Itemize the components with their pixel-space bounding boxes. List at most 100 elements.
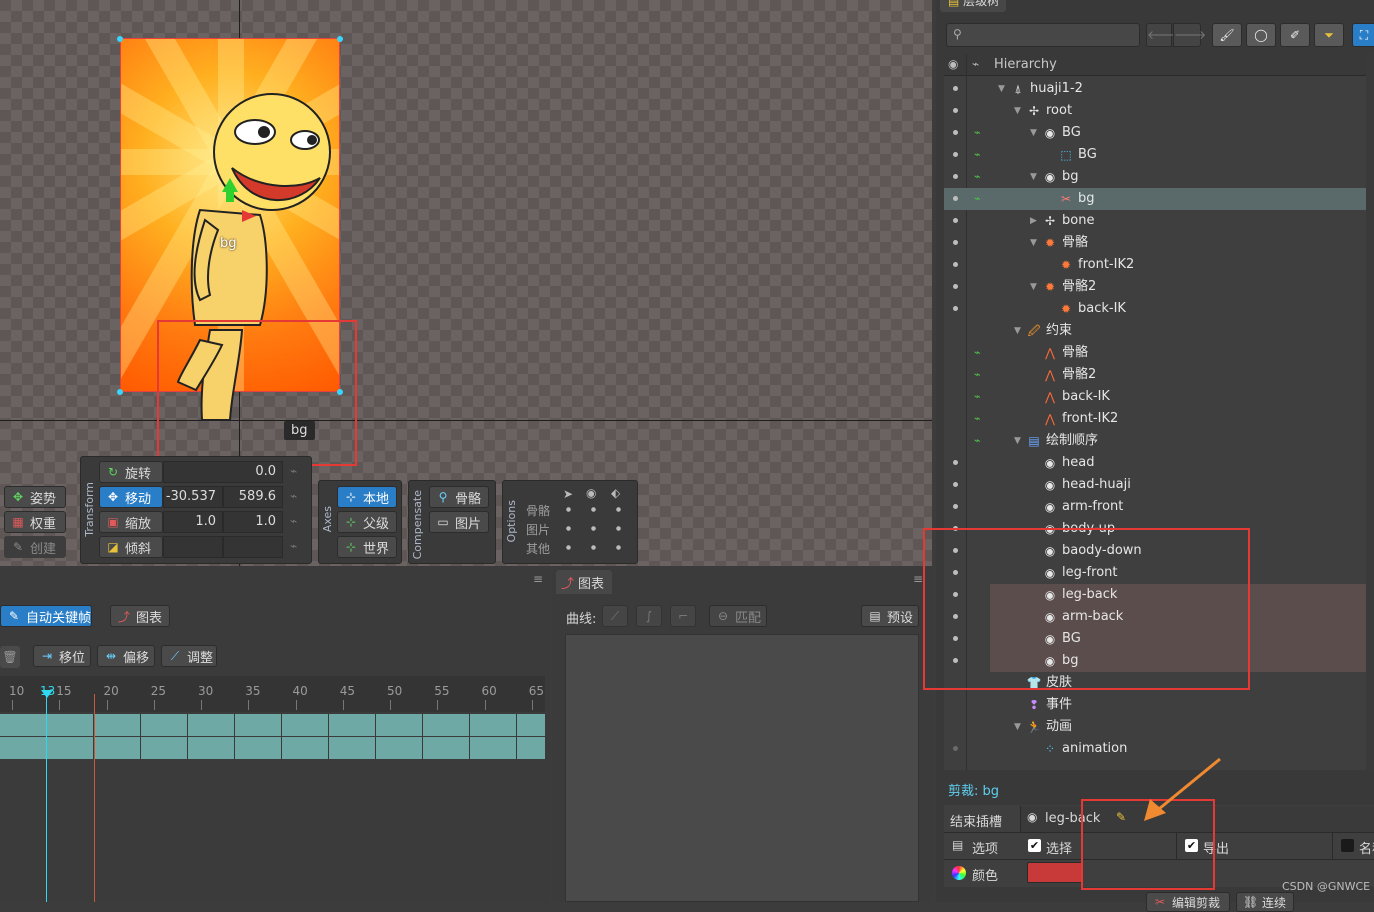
hierarchy-row[interactable]: ✹ front-IK2 xyxy=(944,254,1374,276)
collapse-chevron-icon[interactable]: ▼ xyxy=(1014,430,1021,452)
collapse-chevron-icon[interactable]: ▼ xyxy=(998,78,1005,100)
link-button[interactable]: ⛓ 连续 xyxy=(1236,892,1294,912)
timeline-ruler[interactable] xyxy=(0,676,545,712)
bone-link-icon[interactable]: ⌁ xyxy=(974,144,981,166)
visibility-toggle[interactable] xyxy=(953,86,958,91)
bone-column-icon[interactable]: ⌁ xyxy=(972,57,979,71)
search-box[interactable]: ⚲ xyxy=(946,23,1140,47)
search-input[interactable] xyxy=(969,26,1135,44)
hierarchy-row[interactable]: ⌁ ⋀ front-IK2 xyxy=(944,408,1374,430)
compensate-bones-button[interactable]: ⚲ 骨骼 xyxy=(429,486,489,508)
link-icon-shear[interactable]: ⌁ xyxy=(290,539,297,553)
visibility-toggle[interactable] xyxy=(953,130,958,135)
visibility-column-icon[interactable]: ◉ xyxy=(948,57,958,71)
corner-handle-top-left[interactable] xyxy=(117,36,123,42)
name-checkbox[interactable] xyxy=(1341,839,1354,852)
scale-button[interactable]: ▣ 缩放 xyxy=(99,511,163,533)
focus-button[interactable]: ⛶ xyxy=(1352,23,1374,47)
nav-back-button[interactable]: 🡐 xyxy=(1146,23,1179,47)
corner-handle-bottom-left[interactable] xyxy=(117,389,123,395)
visibility-toggle[interactable] xyxy=(953,460,958,465)
create-button[interactable]: ✎ 创建 xyxy=(4,536,66,558)
bone-link-icon[interactable]: ⌁ xyxy=(974,386,981,408)
link-icon-rotate[interactable]: ⌁ xyxy=(290,464,297,478)
viewport-canvas[interactable]: bg bg ✥ 姿势 ▦ 权重 ✎ 创建 Transform ↻ 旋转 0.0 ✥ 移动 … xyxy=(0,0,932,566)
hierarchy-row[interactable]: ▼ ✹ 骨骼2 xyxy=(944,276,1374,298)
trash-icon[interactable]: 🗑 xyxy=(0,646,20,668)
compensate-images-button[interactable]: ▭ 图片 xyxy=(429,511,489,533)
graph-canvas[interactable] xyxy=(565,634,919,902)
filter-brush-button[interactable]: 🖌 xyxy=(1212,23,1242,47)
color-swatch[interactable] xyxy=(1027,862,1083,883)
translate-x-field[interactable]: -30.537 xyxy=(163,486,223,508)
shear-x-field[interactable] xyxy=(163,536,223,558)
hierarchy-row[interactable]: ⌁ ⋀ 骨骼 xyxy=(944,342,1374,364)
hierarchy-row[interactable]: ◉ head xyxy=(944,452,1374,474)
collapse-chevron-icon[interactable]: ▼ xyxy=(1014,716,1021,738)
hierarchy-row[interactable]: ✹ back-IK xyxy=(944,298,1374,320)
rotate-field[interactable]: 0.0 xyxy=(163,461,283,483)
visibility-toggle[interactable] xyxy=(953,152,958,157)
link-icon-translate[interactable]: ⌁ xyxy=(290,489,297,503)
translate-y-field[interactable]: 589.6 xyxy=(223,486,283,508)
shear-y-field[interactable] xyxy=(223,536,283,558)
hierarchy-row[interactable]: ❢ 事件 xyxy=(944,694,1374,716)
bone-link-icon[interactable]: ⌁ xyxy=(974,122,981,144)
bone-link-icon[interactable]: ⌁ xyxy=(974,430,981,452)
weights-button[interactable]: ▦ 权重 xyxy=(4,511,66,533)
visibility-toggle[interactable] xyxy=(953,108,958,113)
nav-forward-button[interactable]: 🡒 xyxy=(1173,23,1206,47)
filter-funnel-button[interactable]: ⏷ xyxy=(1314,23,1344,47)
autokey-button[interactable]: ✎ 自动关键帧 xyxy=(0,605,92,627)
options-toggle-grid[interactable] xyxy=(565,506,625,556)
preset-button[interactable]: ▤ 预设 xyxy=(861,605,919,627)
collapse-chevron-icon[interactable]: ▼ xyxy=(1030,232,1037,254)
match-button[interactable]: ⊖ 匹配 xyxy=(709,605,767,627)
rotate-button[interactable]: ↻ 旋转 xyxy=(99,461,163,483)
hierarchy-row[interactable]: ◉ arm-front xyxy=(944,496,1374,518)
visibility-toggle[interactable] xyxy=(953,746,958,751)
collapse-chevron-icon[interactable]: ▼ xyxy=(1030,276,1037,298)
timeline-menu-icon[interactable]: ≡ xyxy=(533,572,543,586)
graph-menu-icon[interactable]: ≡ xyxy=(913,572,923,586)
visibility-toggle[interactable] xyxy=(953,482,958,487)
hierarchy-row[interactable]: ▼ ⍋ huaji1-2 xyxy=(944,78,1374,100)
expand-chevron-icon[interactable]: ▶ xyxy=(1030,210,1037,232)
hierarchy-row[interactable]: ▼ ✹ 骨骼 xyxy=(944,232,1374,254)
edit-clip-button[interactable]: ✂ 编辑剪裁 xyxy=(1146,892,1230,912)
adjust-button[interactable]: ⟋ 调整 xyxy=(161,645,217,667)
bone-link-icon[interactable]: ⌁ xyxy=(974,166,981,188)
playhead-line[interactable] xyxy=(46,694,47,902)
world-axes-button[interactable]: ⊹ 世界 xyxy=(337,536,397,558)
hierarchy-scrollbar[interactable] xyxy=(1366,54,1374,770)
hierarchy-row[interactable]: ⌁ ⋀ back-IK xyxy=(944,386,1374,408)
bone-link-icon[interactable]: ⌁ xyxy=(974,408,981,430)
hierarchy-row[interactable]: ◉ head-huaji xyxy=(944,474,1374,496)
hierarchy-row[interactable]: ⌁ ✂ bg xyxy=(944,188,1374,210)
hierarchy-row[interactable]: ⌁ ▼ ▤ 绘制顺序 xyxy=(944,430,1374,452)
bone-link-icon[interactable]: ⌁ xyxy=(974,364,981,386)
graph-tab[interactable]: ⤴ 图表 xyxy=(556,570,612,594)
visibility-toggle[interactable] xyxy=(953,240,958,245)
shear-button[interactable]: ◪ 倾斜 xyxy=(99,536,163,558)
shift-button[interactable]: ⇹ 偏移 xyxy=(97,645,155,667)
bone-link-icon[interactable]: ⌁ xyxy=(974,342,981,364)
corner-handle-top-right[interactable] xyxy=(337,36,343,42)
visibility-toggle[interactable] xyxy=(953,218,958,223)
hierarchy-row[interactable]: ▼ 🖉 约束 xyxy=(944,320,1374,342)
collapse-chevron-icon[interactable]: ▼ xyxy=(1030,122,1037,144)
graph-button[interactable]: ⤴ 图表 xyxy=(110,605,170,627)
select-checkbox[interactable]: ✔ xyxy=(1028,839,1041,852)
curve-bezier-button[interactable]: ∫ xyxy=(636,605,662,627)
visibility-toggle[interactable] xyxy=(953,174,958,179)
timeline-track-2[interactable] xyxy=(0,737,545,759)
visibility-toggle[interactable] xyxy=(953,284,958,289)
hierarchy-row[interactable]: ▼ 🏃 动画 xyxy=(944,716,1374,738)
collapse-chevron-icon[interactable]: ▼ xyxy=(1014,320,1021,342)
hierarchy-row[interactable]: ▼ ✢ root xyxy=(944,100,1374,122)
hierarchy-row[interactable]: ⌁ ⬚ BG xyxy=(944,144,1374,166)
hierarchy-row[interactable]: ⌁ ▼ ◉ bg xyxy=(944,166,1374,188)
scale-y-field[interactable]: 1.0 xyxy=(223,511,283,533)
curve-linear-button[interactable]: ⟋ xyxy=(602,605,628,627)
collapse-chevron-icon[interactable]: ▼ xyxy=(1030,166,1037,188)
